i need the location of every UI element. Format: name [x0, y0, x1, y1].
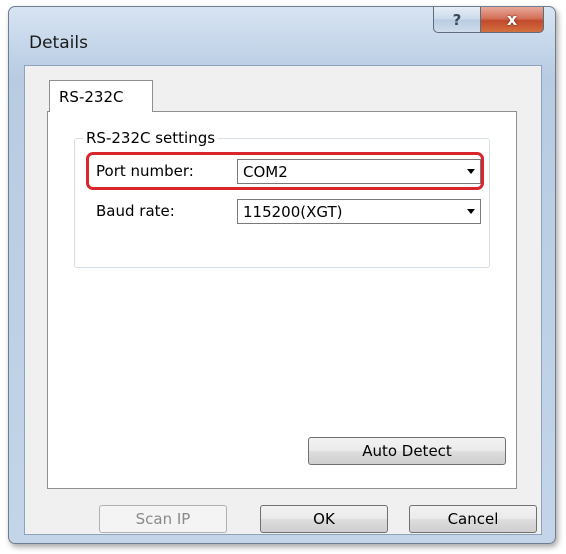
group-title: RS-232C settings: [83, 129, 219, 147]
close-icon: x: [506, 10, 518, 29]
baud-rate-select[interactable]: 115200(XGT): [237, 199, 481, 224]
help-icon: ?: [452, 10, 462, 29]
tab-rs232c[interactable]: RS-232C: [49, 80, 153, 112]
ok-button[interactable]: OK: [260, 505, 388, 533]
close-button[interactable]: x: [480, 7, 544, 33]
scan-ip-button[interactable]: Scan IP: [99, 505, 227, 533]
help-button[interactable]: ?: [433, 7, 481, 33]
dialog-client-area: RS-232C RS-232C settings Port number: CO…: [24, 65, 542, 535]
tab-panel-rs232c: RS-232C settings Port number: COM2 Baud …: [47, 111, 517, 489]
baud-rate-label: Baud rate:: [96, 202, 175, 220]
baud-rate-value: 115200(XGT): [243, 203, 343, 221]
cancel-button[interactable]: Cancel: [409, 505, 537, 533]
auto-detect-button[interactable]: Auto Detect: [308, 437, 506, 465]
chevron-down-icon: [467, 209, 475, 214]
details-dialog: Details ? x RS-232C RS-232C settings Por…: [8, 6, 556, 544]
window-title: Details: [29, 33, 88, 53]
port-number-highlight: [86, 152, 484, 190]
